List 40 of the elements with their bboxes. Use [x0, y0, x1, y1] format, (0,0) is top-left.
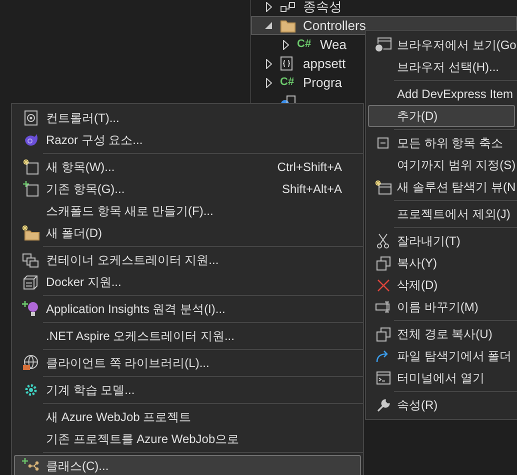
- menu-item-label: 새 솔루션 탐색기 뷰(N: [397, 179, 516, 196]
- menu-item-label: 기존 프로젝트를 Azure WebJob으로: [46, 431, 240, 448]
- tree-item-label: Progra: [303, 74, 342, 92]
- menu-item-label: 파일 탐색기에서 폴더: [397, 348, 512, 365]
- menu-item-label: 새 폴더(D): [46, 225, 102, 242]
- menu-item-label: 기계 학습 모델...: [46, 382, 135, 399]
- tree-item-label: appsett: [303, 54, 346, 73]
- menu-item-label: Add DevExpress Item: [397, 86, 514, 103]
- menu-item-label: 잘라내기(T): [397, 233, 460, 250]
- menu-item-label: 기존 항목(G)...: [46, 181, 125, 198]
- menu-item-label: 스캐폴드 항목 새로 만들기(F)...: [46, 203, 214, 220]
- menu-item-label: 이름 바꾸기(M): [397, 299, 478, 316]
- menu-item-label: 브라우저에서 보기(Go: [397, 37, 516, 54]
- shortcut-text: Shift+Alt+A: [282, 181, 342, 198]
- tree-item-label: Wea: [320, 36, 346, 54]
- menu-item-label: 컨트롤러(T)...: [46, 110, 120, 127]
- menu-item-label: 새 Azure WebJob 프로젝트: [46, 409, 192, 426]
- menu-item-label: 모든 하위 항목 축소: [397, 135, 504, 152]
- menu-item-label: 추가(D): [397, 108, 438, 125]
- menu-item-label: 삭제(D): [397, 277, 438, 294]
- csharp-file-icon: C#: [280, 77, 294, 88]
- shortcut-text: Ctrl+Shift+A: [277, 159, 342, 176]
- tree-item-label: 종속성: [303, 0, 342, 16]
- tree-item-label: Controllers: [303, 16, 366, 35]
- menu-item-label: 프로젝트에서 제외(J): [397, 206, 510, 223]
- menu-item-label: .NET Aspire 오케스트레이터 지원...: [46, 328, 234, 345]
- menu-item-label: 터미널에서 열기: [397, 370, 484, 387]
- menu-item-label: Razor 구성 요소...: [46, 132, 143, 149]
- menu-item-label: 클래스(C)...: [46, 458, 109, 475]
- menu-item-label: 브라우저 선택(H)...: [397, 59, 499, 76]
- menu-item-label: 새 항목(W)...: [46, 159, 115, 176]
- menu-item-label: Docker 지원...: [46, 274, 122, 291]
- menu-item-label: 전체 경로 복사(U): [397, 326, 492, 343]
- csharp-file-icon: C#: [297, 39, 312, 50]
- menu-item-label: 복사(Y): [397, 255, 437, 272]
- menu-item-label: 클라이언트 쪽 라이브러리(L)...: [46, 355, 210, 372]
- menu-item-label: 속성(R): [397, 397, 438, 414]
- menu-item-label: Application Insights 원격 분석(I)...: [46, 301, 226, 318]
- menu-item-label: 여기까지 범위 지정(S): [397, 157, 516, 174]
- menu-item-label: 컨테이너 오케스트레이터 지원...: [46, 252, 219, 269]
